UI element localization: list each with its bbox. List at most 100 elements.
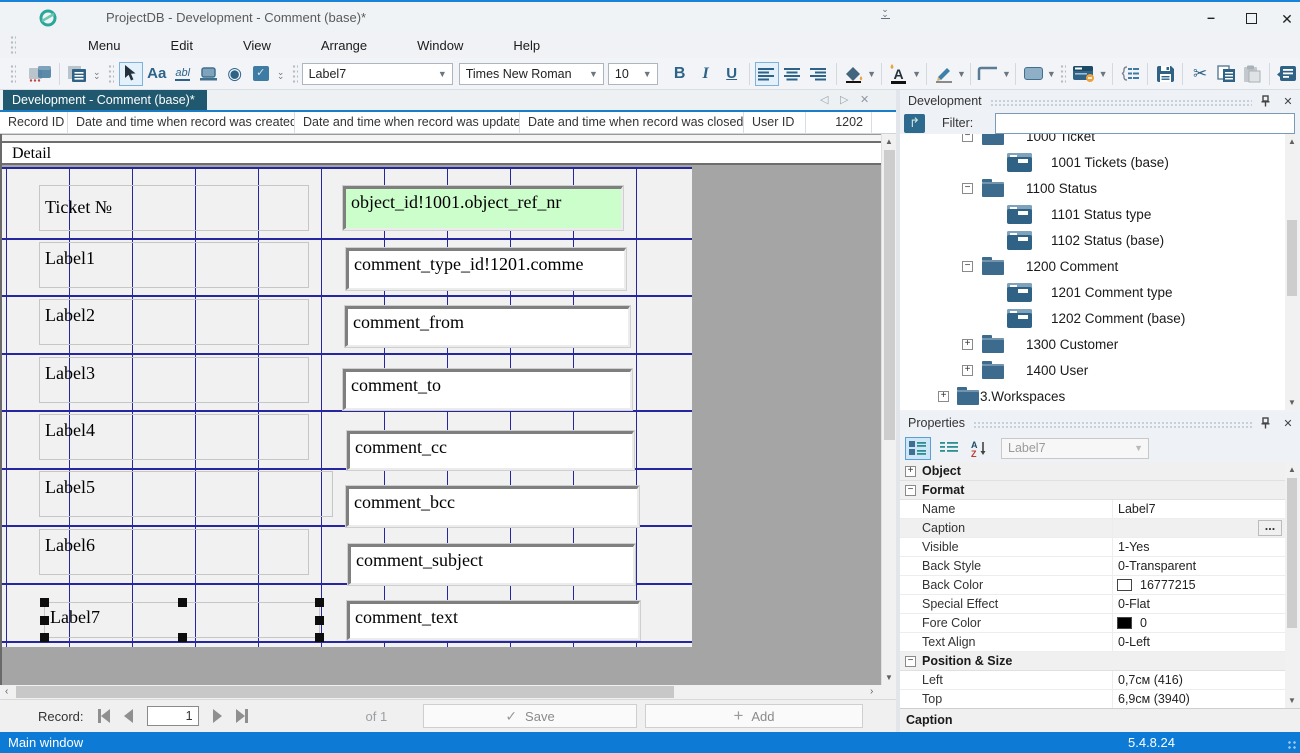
pin-icon[interactable] [1260, 95, 1276, 107]
column-header[interactable]: Record ID [0, 112, 68, 134]
property-row-left[interactable]: Left0,7см (416) [900, 671, 1285, 690]
expand-icon[interactable]: + [962, 365, 973, 376]
form-field-object-id-1001-object-ref-nr[interactable]: object_id!1001.object_ref_nr [343, 186, 623, 230]
tree-item-1102-status-base-[interactable]: 1102 Status (base) [900, 228, 1285, 254]
filter-input[interactable] [995, 113, 1295, 134]
detail-section-bar[interactable]: Detail [2, 141, 881, 165]
selection-handle[interactable] [178, 633, 187, 642]
toolbar-grip[interactable] [10, 64, 16, 84]
form-field-comment-from[interactable]: comment_from [345, 306, 630, 347]
add-record-button[interactable]: +Add [645, 704, 863, 728]
property-group-position-size[interactable]: −Position & Size [900, 652, 1285, 671]
expand-icon[interactable]: + [962, 339, 973, 350]
outline-view-icon[interactable] [1118, 62, 1142, 86]
toolbar-grip[interactable] [108, 64, 114, 84]
font-size-combo[interactable]: 10▼ [608, 63, 658, 85]
line-color-icon[interactable] [932, 62, 956, 86]
shape-rectangle-icon[interactable] [1021, 62, 1045, 86]
property-group-format[interactable]: −Format [900, 481, 1285, 500]
next-record-button[interactable] [213, 709, 222, 723]
selection-handle[interactable] [315, 616, 324, 625]
form-label-ticket-nr[interactable]: Ticket № [39, 185, 309, 231]
form-field-comment-cc[interactable]: comment_cc [347, 431, 634, 470]
property-value[interactable]: 16777215 [1140, 578, 1196, 592]
expand-icon[interactable]: + [905, 466, 916, 477]
first-record-button[interactable] [98, 709, 110, 723]
tree-item-1300-customer[interactable]: +1300 Customer [900, 332, 1285, 358]
paste-icon[interactable] [1240, 62, 1264, 86]
form-field-comment-bcc[interactable]: comment_bcc [346, 486, 639, 527]
form-label-label1[interactable]: Label1 [39, 242, 309, 288]
close-panel-icon[interactable]: ✕ [1280, 417, 1296, 430]
underline-button[interactable]: U [720, 62, 744, 86]
property-row-special-effect[interactable]: Special Effect0-Flat [900, 595, 1285, 614]
collapse-icon[interactable]: − [962, 261, 973, 272]
close-button[interactable]: ✕ [1272, 8, 1300, 30]
resize-grip[interactable] [1287, 740, 1297, 750]
scroll-down-icon[interactable]: ▼ [1285, 398, 1299, 407]
align-right-button[interactable] [807, 62, 831, 86]
select-tool[interactable] [119, 62, 143, 86]
collapse-icon[interactable]: − [962, 183, 973, 194]
fill-color-icon[interactable] [842, 62, 866, 86]
radio-tool[interactable]: ◉ [223, 62, 247, 86]
tree-item-1400-user[interactable]: +1400 User [900, 358, 1285, 384]
tree-item-1200-comment[interactable]: −1200 Comment [900, 254, 1285, 280]
column-header[interactable]: Date and time when record was updated [295, 112, 520, 134]
scrollbar-thumb[interactable] [1287, 478, 1297, 628]
ellipsis-button[interactable]: ... [1258, 520, 1282, 536]
selection-handle[interactable] [40, 598, 49, 607]
property-row-text-align[interactable]: Text Align0-Left [900, 633, 1285, 652]
tab-development-comment[interactable]: Development - Comment (base)* [3, 90, 207, 110]
font-name-combo[interactable]: Times New Roman▼ [459, 63, 604, 85]
selection-handle[interactable] [315, 598, 324, 607]
selection-handle[interactable] [315, 633, 324, 642]
align-center-button[interactable] [781, 62, 805, 86]
tab-scroll-right-icon[interactable]: ▷ [840, 93, 848, 106]
collapse-icon[interactable]: − [905, 656, 916, 667]
tree-item-1100-status[interactable]: −1100 Status [900, 176, 1285, 202]
property-value[interactable]: Label7 [1118, 502, 1156, 516]
property-row-fore-color[interactable]: Fore Color0 [900, 614, 1285, 633]
property-row-name[interactable]: NameLabel7 [900, 500, 1285, 519]
column-header[interactable]: Date and time when record was created [68, 112, 295, 134]
property-group-object[interactable]: +Object [900, 462, 1285, 481]
property-value[interactable]: 0-Transparent [1118, 559, 1196, 573]
chevron-down-icon[interactable]: ▼ [957, 62, 967, 86]
property-value[interactable]: 0-Flat [1118, 597, 1150, 611]
form-label-label6[interactable]: Label6 [39, 529, 309, 575]
selection-handle[interactable] [178, 598, 187, 607]
menu-list-icon[interactable] [65, 62, 89, 86]
textbox-tool[interactable]: abl [171, 62, 195, 86]
form-field-comment-type-id-1201-comme[interactable]: comment_type_id!1201.comme [346, 248, 626, 290]
categorized-view-button[interactable] [905, 437, 931, 460]
scroll-up-icon[interactable]: ▲ [882, 137, 896, 146]
form-label-label3[interactable]: Label3 [39, 357, 309, 403]
tab-scroll-left-icon[interactable]: ◁ [820, 93, 828, 106]
property-value[interactable]: 0 [1140, 616, 1147, 630]
record-number-input[interactable]: 1 [147, 706, 199, 726]
form-label-label4[interactable]: Label4 [39, 414, 309, 460]
font-color-icon[interactable]: A [887, 62, 911, 86]
tree-item-3-workspaces[interactable]: +3.Workspaces [900, 384, 1285, 410]
form-field-comment-subject[interactable]: comment_subject [348, 544, 635, 585]
chevron-down-icon[interactable]: ▼ [867, 62, 877, 86]
canvas-vertical-scrollbar[interactable]: ▲ ▼ [881, 134, 896, 685]
menu-item-menu[interactable]: Menu [72, 34, 137, 57]
menu-item-arrange[interactable]: Arrange [305, 34, 383, 57]
button-tool[interactable] [197, 62, 221, 86]
align-left-button[interactable] [755, 62, 779, 86]
list-view-button[interactable] [936, 437, 962, 460]
tree-vertical-scrollbar[interactable]: ▲ ▼ [1285, 134, 1299, 410]
properties-vertical-scrollbar[interactable]: ▲ ▼ [1285, 462, 1299, 708]
tree-item-1101-status-type[interactable]: 1101 Status type [900, 202, 1285, 228]
overflow-chevron-icon[interactable]: ⌄⌄ [274, 70, 288, 78]
property-value[interactable]: 0-Left [1118, 635, 1150, 649]
property-value[interactable]: 1-Yes [1118, 540, 1150, 554]
form-field-comment-text[interactable]: comment_text [347, 601, 640, 640]
maximize-button[interactable] [1236, 8, 1266, 30]
property-row-visible[interactable]: Visible1-Yes [900, 538, 1285, 557]
selection-handle[interactable] [40, 633, 49, 642]
minimize-button[interactable]: – [1196, 8, 1226, 30]
scroll-down-icon[interactable]: ▼ [1285, 696, 1299, 705]
